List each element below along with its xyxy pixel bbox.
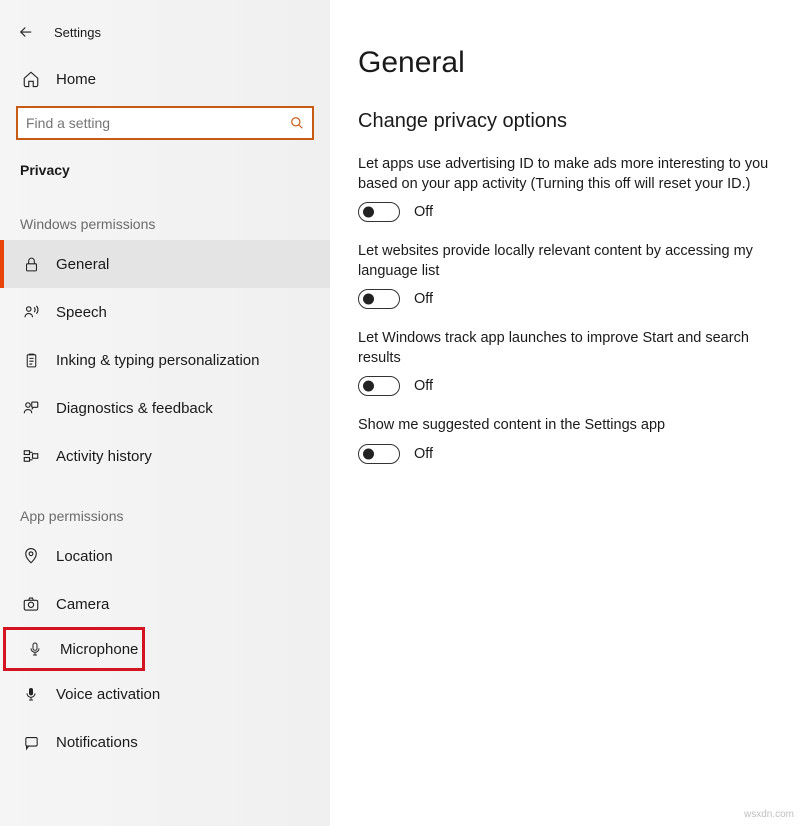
sidebar-item-label: Diagnostics & feedback: [56, 400, 213, 417]
sidebar-item-location[interactable]: Location: [0, 532, 330, 580]
toggle-state: Off: [414, 204, 433, 220]
home-icon: [20, 70, 42, 88]
back-button[interactable]: [4, 14, 48, 50]
sidebar-item-microphone[interactable]: Microphone: [4, 628, 144, 670]
section-header-windows: Windows permissions: [0, 188, 330, 240]
sidebar-item-label: Activity history: [56, 448, 152, 465]
sidebar: Settings Home Privacy Windows permission…: [0, 0, 330, 826]
sidebar-item-general[interactable]: General: [0, 240, 330, 288]
lock-icon: [20, 256, 42, 273]
sidebar-item-voice-activation[interactable]: Voice activation: [0, 670, 330, 718]
sidebar-item-label: Location: [56, 548, 113, 565]
sidebar-item-label: Microphone: [60, 641, 138, 658]
notifications-icon: [20, 734, 42, 751]
setting-desc: Let websites provide locally relevant co…: [358, 242, 780, 281]
arrow-left-icon: [17, 23, 35, 41]
location-icon: [20, 547, 42, 565]
toggle-state: Off: [414, 291, 433, 307]
timeline-icon: [20, 447, 42, 465]
toggle-advertising-id[interactable]: [358, 202, 400, 222]
sidebar-item-label: Camera: [56, 596, 109, 613]
speech-icon: [20, 303, 42, 321]
setting-desc: Let Windows track app launches to improv…: [358, 329, 780, 368]
section-header-apps: App permissions: [0, 480, 330, 532]
sidebar-item-diagnostics[interactable]: Diagnostics & feedback: [0, 384, 330, 432]
main-panel: General Change privacy options Let apps …: [330, 0, 800, 826]
camera-icon: [20, 595, 42, 613]
watermark: wsxdn.com: [744, 809, 794, 820]
current-category: Privacy: [0, 140, 330, 188]
sidebar-item-label: Speech: [56, 304, 107, 321]
voice-icon: [20, 686, 42, 702]
search-icon: [290, 116, 304, 130]
setting-suggested-content: Show me suggested content in the Setting…: [358, 416, 780, 464]
sidebar-item-label: Notifications: [56, 734, 138, 751]
page-title: General: [358, 46, 780, 80]
toggle-state: Off: [414, 446, 433, 462]
sidebar-item-label: Voice activation: [56, 686, 160, 703]
app-title: Settings: [54, 25, 101, 40]
setting-desc: Show me suggested content in the Setting…: [358, 416, 780, 436]
setting-advertising-id: Let apps use advertising ID to make ads …: [358, 155, 780, 222]
microphone-icon: [24, 641, 46, 657]
sidebar-item-label: General: [56, 256, 109, 273]
sidebar-item-speech[interactable]: Speech: [0, 288, 330, 336]
setting-language-list: Let websites provide locally relevant co…: [358, 242, 780, 309]
feedback-icon: [20, 399, 42, 417]
section-title: Change privacy options: [358, 110, 780, 133]
search-input[interactable]: [26, 115, 290, 131]
sidebar-item-inking[interactable]: Inking & typing personalization: [0, 336, 330, 384]
search-box[interactable]: [16, 106, 314, 140]
toggle-app-launches[interactable]: [358, 376, 400, 396]
home-label: Home: [56, 71, 96, 88]
clipboard-icon: [20, 352, 42, 369]
home-nav[interactable]: Home: [0, 60, 330, 98]
toggle-language-list[interactable]: [358, 289, 400, 309]
sidebar-item-notifications[interactable]: Notifications: [0, 718, 330, 766]
sidebar-item-label: Inking & typing personalization: [56, 352, 259, 369]
sidebar-item-camera[interactable]: Camera: [0, 580, 330, 628]
toggle-state: Off: [414, 378, 433, 394]
setting-desc: Let apps use advertising ID to make ads …: [358, 155, 780, 194]
sidebar-item-activity[interactable]: Activity history: [0, 432, 330, 480]
toggle-suggested-content[interactable]: [358, 444, 400, 464]
setting-app-launches: Let Windows track app launches to improv…: [358, 329, 780, 396]
